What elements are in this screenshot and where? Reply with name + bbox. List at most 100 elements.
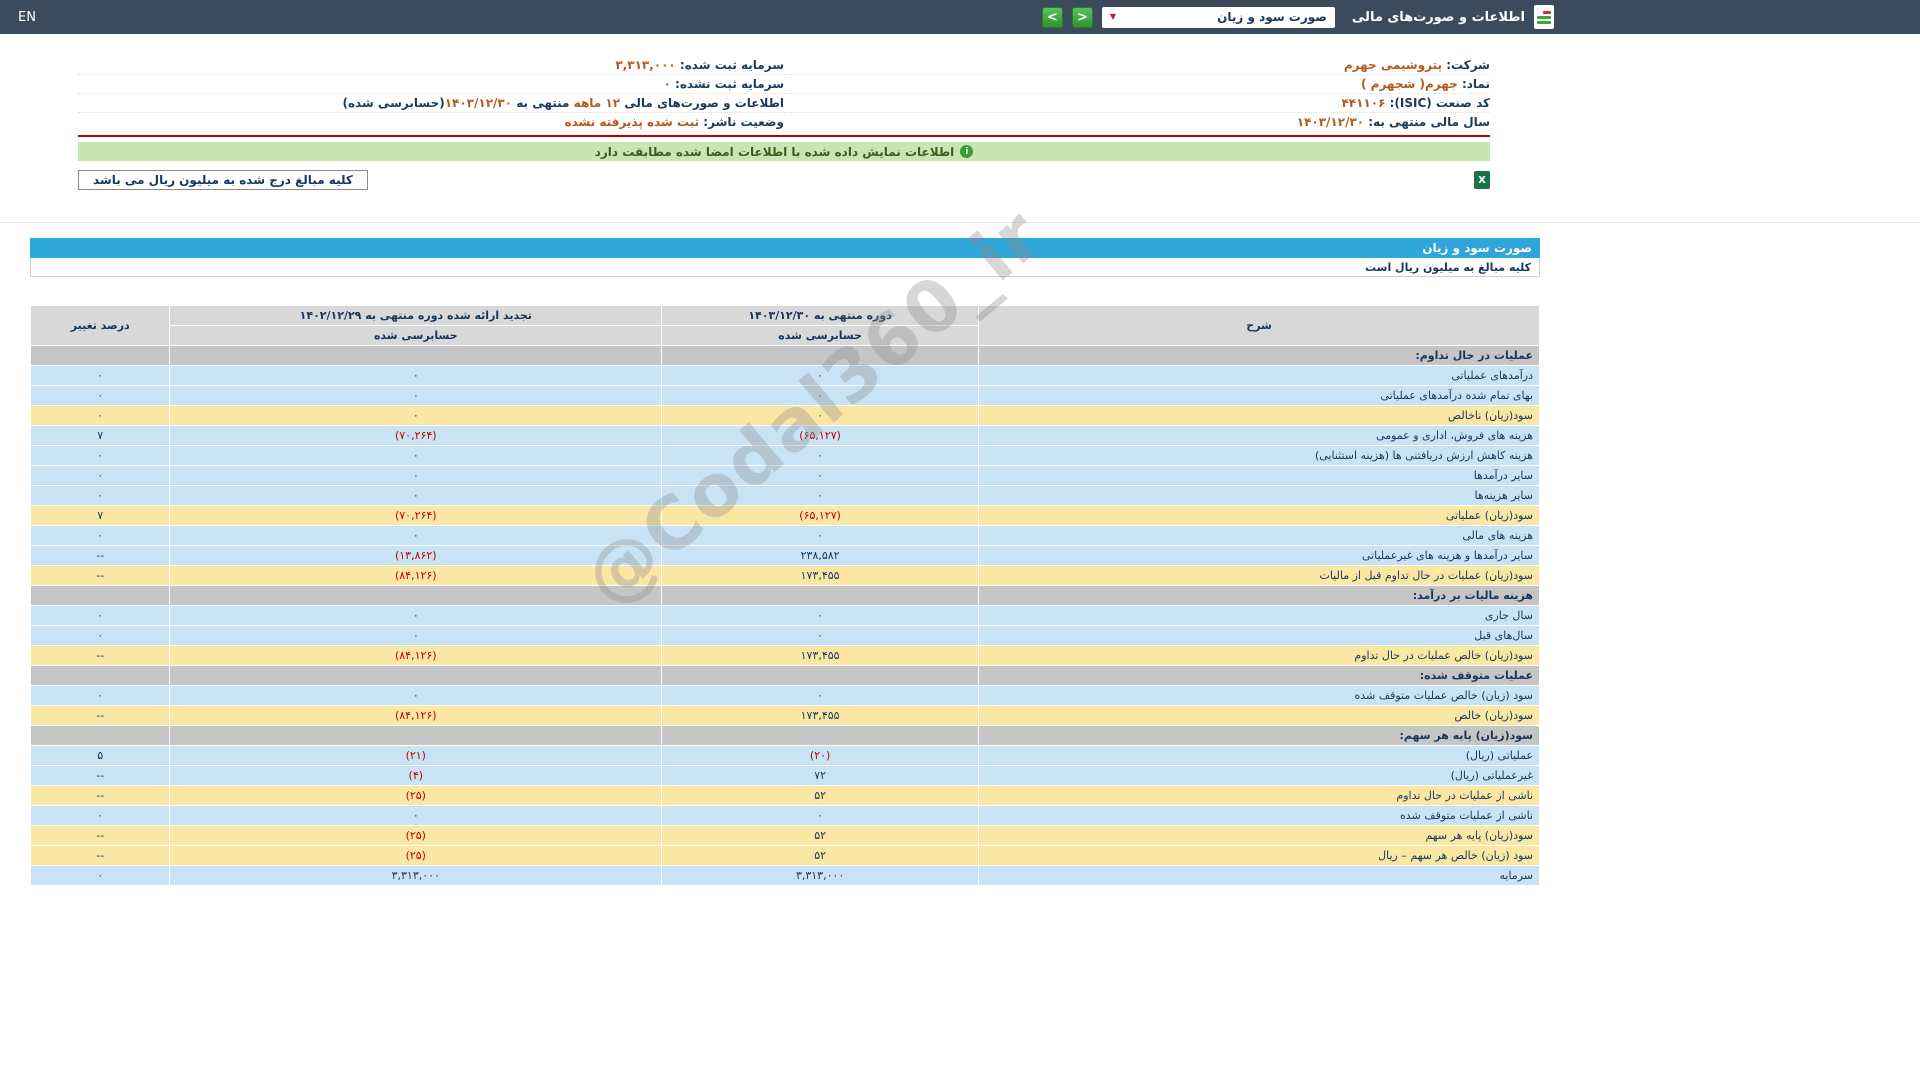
- next-statement-button[interactable]: >: [1071, 6, 1093, 28]
- value-restated: (۸۴,۱۲۶): [170, 566, 662, 585]
- company-info-left: سرمایه ثبت شده: ۳,۳۱۳,۰۰۰ سرمایه ثبت نشده…: [78, 56, 784, 132]
- change-percent: ۰: [31, 686, 170, 705]
- statement-section-row: هزینه مالیات بر درآمد:: [31, 586, 1539, 605]
- statement-row: هزینه کاهش ارزش دریافتنی ها (هزینه استثن…: [31, 446, 1539, 465]
- value-current: ۰: [662, 806, 979, 825]
- value-current: ۵۲: [662, 786, 979, 805]
- statement-section-row: عملیات در حال تداوم:: [31, 346, 1539, 365]
- unit-note-box: کلیه مبالغ درج شده به میلیون ریال می باش…: [78, 170, 368, 190]
- col-subheader-audited-current: حسابرسی شده: [662, 326, 979, 345]
- row-label: درآمدهای عملیاتی: [979, 366, 1539, 385]
- change-percent: --: [31, 706, 170, 725]
- excel-export-icon[interactable]: X: [1474, 171, 1490, 189]
- change-percent: ۰: [31, 606, 170, 625]
- lang-en-link[interactable]: EN: [18, 10, 36, 25]
- value-restated: (۲۵): [170, 846, 662, 865]
- value-current: ۵۲: [662, 826, 979, 845]
- company-info-row: نماد: جهرم( شجهرم ): [784, 75, 1490, 94]
- statement-row: ناشی از عملیات در حال تداوم ۵۲ (۲۵) --: [31, 786, 1539, 805]
- value-current: ۵۲: [662, 846, 979, 865]
- row-label: سال جاری: [979, 606, 1539, 625]
- value-restated: (۷۰,۲۶۴): [170, 506, 662, 525]
- change-percent: ۰: [31, 446, 170, 465]
- change-percent: [31, 346, 170, 365]
- statement-dropdown[interactable]: صورت سود و زیان ▼: [1101, 6, 1335, 28]
- value-restated: (۲۵): [170, 826, 662, 845]
- table-header: شرح دوره منتهی به ۱۴۰۳/۱۲/۳۰ تجدید ارائه…: [31, 306, 1539, 345]
- company-info-section: شرکت: پتروشیمی جهرم نماد: جهرم( شجهرم ) کد…: [78, 56, 1490, 137]
- info-value: پتروشیمی جهرم: [1343, 58, 1443, 72]
- company-info-grid: شرکت: پتروشیمی جهرم نماد: جهرم( شجهرم ) کد…: [78, 56, 1490, 132]
- value-current: [662, 586, 979, 605]
- info-label: نماد:: [1457, 77, 1490, 91]
- statement-row: سود(زیان) پایه هر سهم ۵۲ (۲۵) --: [31, 826, 1539, 845]
- statement-section: صورت سود و زیان کلیه مبالغ به میلیون ریا…: [30, 238, 1540, 886]
- value-current: [662, 666, 979, 685]
- value-current: ۰: [662, 486, 979, 505]
- change-percent: --: [31, 786, 170, 805]
- info-value: ثبت شده پذیرفته نشده: [564, 115, 700, 129]
- value-restated: ۰: [170, 386, 662, 405]
- statement-row: سود(زیان) خالص عملیات در حال تداوم ۱۷۳,۴۵…: [31, 646, 1539, 665]
- statement-title-bar: صورت سود و زیان: [30, 238, 1540, 258]
- info-label: وضعیت ناشر:: [699, 115, 784, 129]
- company-info-row: سال مالی منتهی به: ۱۴۰۳/۱۲/۳۰: [784, 113, 1490, 132]
- value-restated: [170, 666, 662, 685]
- value-current: ۰: [662, 386, 979, 405]
- row-label: هزینه مالیات بر درآمد:: [979, 586, 1539, 605]
- info-value: ۱۴۰۳/۱۲/۳۰: [1296, 115, 1365, 129]
- statement-body: عملیات در حال تداوم: درآمدهای عملیاتی ۰ ۰ ۰ ب…: [31, 346, 1539, 885]
- info-value: جهرم( شجهرم ): [1361, 77, 1458, 91]
- value-restated: ۰: [170, 466, 662, 485]
- info-value: ۳,۳۱۳,۰۰۰: [615, 58, 676, 72]
- value-restated: (۷۰,۲۶۴): [170, 426, 662, 445]
- col-header-change-percent: درصد تغییر: [31, 306, 170, 345]
- company-info-row: سرمایه ثبت شده: ۳,۳۱۳,۰۰۰: [78, 56, 784, 75]
- row-label: هزینه کاهش ارزش دریافتنی ها (هزینه استثن…: [979, 446, 1539, 465]
- statement-row: سود(زیان) ناخالص ۰ ۰ ۰: [31, 406, 1539, 425]
- company-info-row: شرکت: پتروشیمی جهرم: [784, 56, 1490, 75]
- topbar-title: اطلاعات و صورت‌های مالی: [1351, 9, 1525, 25]
- signature-text: اطلاعات نمایش داده شده با اطلاعات امضا ش…: [594, 144, 955, 159]
- change-percent: --: [31, 566, 170, 585]
- value-restated: ۰: [170, 686, 662, 705]
- row-label: سایر درآمدها: [979, 466, 1539, 485]
- change-percent: ۰: [31, 466, 170, 485]
- row-label: سود(زیان) عملیات در حال تداوم قبل از مال…: [979, 566, 1539, 585]
- value-restated: ۰: [170, 366, 662, 385]
- statement-dropdown-value: صورت سود و زیان: [1217, 10, 1327, 24]
- value-restated: (۲۵): [170, 786, 662, 805]
- value-current: ۰: [662, 406, 979, 425]
- signature-confirmation-bar: i اطلاعات نمایش داده شده با اطلاعات امضا…: [78, 142, 1490, 161]
- value-current: ۰: [662, 606, 979, 625]
- note-row: X کلیه مبالغ درج شده به میلیون ریال می ب…: [78, 170, 1490, 190]
- change-percent: --: [31, 846, 170, 865]
- info-icon: i: [960, 145, 974, 158]
- value-restated: (۸۴,۱۲۶): [170, 646, 662, 665]
- row-label: سود (زیان) خالص هر سهم – ریال: [979, 846, 1539, 865]
- statement-row: سود (زیان) خالص هر سهم – ریال ۵۲ (۲۵) --: [31, 846, 1539, 865]
- row-label: سود(زیان) پایه هر سهم: [979, 826, 1539, 845]
- value-restated: ۰: [170, 606, 662, 625]
- report-icon: [1534, 5, 1554, 29]
- statement-row: سایر درآمدها ۰ ۰ ۰: [31, 466, 1539, 485]
- statement-row: درآمدهای عملیاتی ۰ ۰ ۰: [31, 366, 1539, 385]
- row-label: سود(زیان) عملیاتی: [979, 506, 1539, 525]
- change-percent: ۰: [31, 626, 170, 645]
- statement-row: ناشی از عملیات متوقف شده ۰ ۰ ۰: [31, 806, 1539, 825]
- statement-row: سایر هزینه‌ها ۰ ۰ ۰: [31, 486, 1539, 505]
- chevron-down-icon: ▼: [1109, 12, 1117, 21]
- col-header-period-restated: تجدید ارائه شده دوره منتهی به ۱۴۰۲/۱۲/۲۹: [170, 306, 662, 325]
- value-restated: (۴): [170, 766, 662, 785]
- statement-row: سال‌های قبل ۰ ۰ ۰: [31, 626, 1539, 645]
- company-info-row: وضعیت ناشر: ثبت شده پذیرفته نشده: [78, 113, 784, 132]
- value-current: ۲۳۸,۵۸۲: [662, 546, 979, 565]
- value-current: ۱۷۳,۴۵۵: [662, 646, 979, 665]
- row-label: سرمایه: [979, 866, 1539, 885]
- change-percent: [31, 726, 170, 745]
- value-current: ۷۲: [662, 766, 979, 785]
- statement-row: سرمایه ۳,۳۱۳,۰۰۰ ۳,۳۱۳,۰۰۰ ۰: [31, 866, 1539, 885]
- statement-row: هزینه های مالی ۰ ۰ ۰: [31, 526, 1539, 545]
- prev-statement-button[interactable]: <: [1041, 6, 1063, 28]
- value-current: ۳,۳۱۳,۰۰۰: [662, 866, 979, 885]
